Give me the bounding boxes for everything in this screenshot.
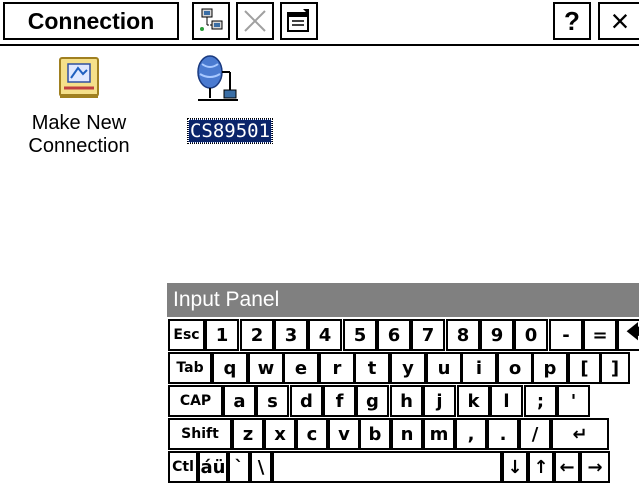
key-l[interactable]: l xyxy=(490,385,523,417)
key-7[interactable]: 7 xyxy=(411,319,445,351)
key-tab[interactable]: Tab xyxy=(168,352,212,384)
key-x45[interactable]: - xyxy=(549,319,583,351)
key-backtick[interactable]: ` xyxy=(228,451,250,483)
toolbar: Connection ? × xyxy=(0,0,639,46)
key-t[interactable]: t xyxy=(354,352,390,384)
key-s[interactable]: s xyxy=(256,385,289,417)
key-backslash[interactable]: \ xyxy=(250,451,272,483)
properties-button[interactable] xyxy=(280,2,318,40)
connect-icon xyxy=(200,8,223,31)
connection-menu-button[interactable]: Connection xyxy=(3,2,179,40)
key-up-arrow[interactable]: ↑ xyxy=(528,451,554,483)
key-esc[interactable]: Esc xyxy=(168,319,205,351)
key-áü[interactable]: áü xyxy=(198,451,228,483)
network-connection-icon xyxy=(197,55,238,101)
key-b[interactable]: b xyxy=(359,418,391,450)
key-c[interactable]: c xyxy=(296,418,328,450)
input-panel: Input Panel Esc1234567890-=🡄 Tabqwertyuio… xyxy=(167,283,639,483)
key-5[interactable]: 5 xyxy=(343,319,377,351)
key-2[interactable]: 2 xyxy=(240,319,274,351)
properties-icon xyxy=(287,9,309,32)
key-8[interactable]: 8 xyxy=(446,319,480,351)
key-x[interactable]: x xyxy=(264,418,296,450)
screen: Connection ? × Make New Connection CS895… xyxy=(0,0,639,483)
key-j[interactable]: j xyxy=(423,385,456,417)
key-x39[interactable]: ' xyxy=(557,385,590,417)
connect-button[interactable] xyxy=(192,2,230,40)
key-i[interactable]: i xyxy=(461,352,497,384)
close-button[interactable]: × xyxy=(598,2,639,40)
make-new-connection-icon xyxy=(59,57,99,98)
key-down-arrow[interactable]: ↓ xyxy=(502,451,528,483)
delete-button[interactable] xyxy=(236,2,274,40)
key-space[interactable] xyxy=(272,451,502,483)
connection-item-cs89501[interactable]: CS89501 xyxy=(180,54,280,144)
key-x59[interactable]: ; xyxy=(524,385,557,417)
key-x44[interactable]: , xyxy=(455,418,487,450)
connection-title: Connection xyxy=(27,7,155,34)
key-backspace[interactable]: 🡄 xyxy=(617,319,639,351)
delete-icon xyxy=(244,10,266,32)
key-shift[interactable]: Shift xyxy=(168,418,232,450)
key-o[interactable]: o xyxy=(497,352,533,384)
key-x46[interactable]: . xyxy=(487,418,519,450)
key-left-arrow[interactable]: ← xyxy=(554,451,580,483)
make-new-connection-label: Make New Connection xyxy=(28,112,130,157)
key-k[interactable]: k xyxy=(457,385,490,417)
input-panel-title: Input Panel xyxy=(173,288,280,311)
help-button[interactable]: ? xyxy=(553,2,591,40)
key-x91[interactable]: [ xyxy=(568,352,601,384)
key-0[interactable]: 0 xyxy=(514,319,548,351)
key-p[interactable]: p xyxy=(532,352,568,384)
key-ctl[interactable]: Ctl xyxy=(168,451,198,483)
close-icon: × xyxy=(610,2,630,39)
key-3[interactable]: 3 xyxy=(274,319,308,351)
soft-keyboard: Esc1234567890-=🡄 Tabqwertyuiop[] CAPasdfgh… xyxy=(167,317,639,483)
key-d[interactable]: d xyxy=(290,385,323,417)
key-u[interactable]: u xyxy=(426,352,462,384)
key-6[interactable]: 6 xyxy=(377,319,411,351)
help-icon: ? xyxy=(564,5,580,36)
input-panel-titlebar[interactable]: Input Panel xyxy=(167,283,639,317)
key-4[interactable]: 4 xyxy=(308,319,342,351)
key-x93[interactable]: ] xyxy=(600,352,630,384)
key-v[interactable]: v xyxy=(328,418,360,450)
key-w[interactable]: w xyxy=(248,352,284,384)
key-9[interactable]: 9 xyxy=(480,319,514,351)
key-x61[interactable]: = xyxy=(583,319,617,351)
key-r[interactable]: r xyxy=(319,352,355,384)
key-a[interactable]: a xyxy=(223,385,256,417)
key-x47[interactable]: / xyxy=(519,418,551,450)
key-q[interactable]: q xyxy=(212,352,248,384)
key-enter[interactable]: ↵ xyxy=(551,418,609,450)
key-1[interactable]: 1 xyxy=(205,319,239,351)
key-cap[interactable]: CAP xyxy=(168,385,223,417)
cs89501-label: CS89501 xyxy=(186,118,274,144)
key-n[interactable]: n xyxy=(391,418,423,450)
key-e[interactable]: e xyxy=(283,352,319,384)
make-new-connection-item[interactable]: Make New Connection xyxy=(14,54,144,158)
key-right-arrow[interactable]: → xyxy=(580,451,610,483)
key-z[interactable]: z xyxy=(232,418,264,450)
key-m[interactable]: m xyxy=(423,418,455,450)
key-f[interactable]: f xyxy=(323,385,356,417)
key-h[interactable]: h xyxy=(390,385,423,417)
key-y[interactable]: y xyxy=(390,352,426,384)
key-g[interactable]: g xyxy=(356,385,389,417)
